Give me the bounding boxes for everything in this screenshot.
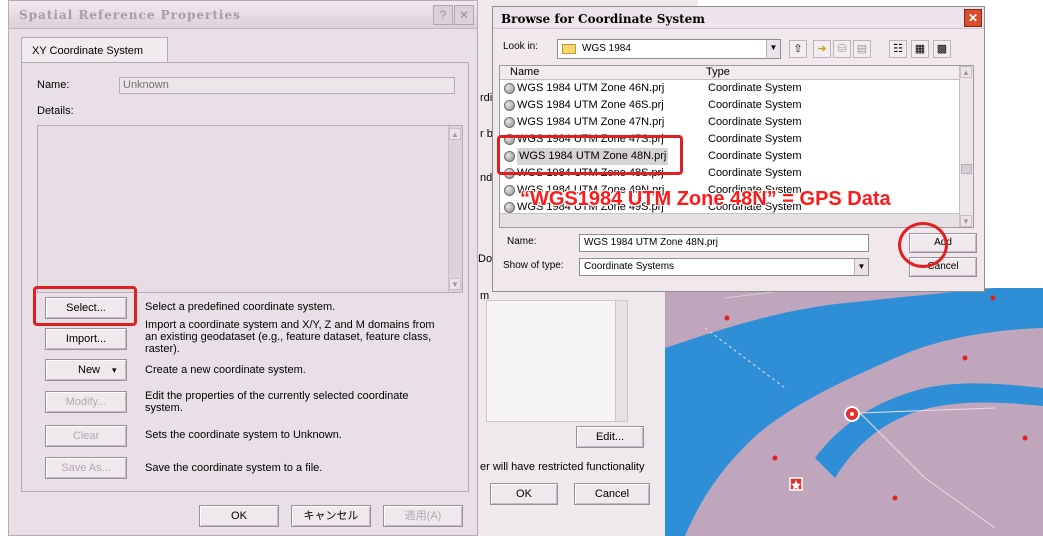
select-description: Select a predefined coordinate system. [145,301,336,313]
modify-description: Edit the properties of the currently sel… [145,390,409,414]
scroll-up-icon[interactable]: ▲ [960,66,972,78]
bg-edge-label: nd [480,172,493,184]
apply-button[interactable]: 適用(A) [383,505,463,527]
list-item[interactable]: WGS 1984 UTM Zone 46N.prj Coordinate Syst… [500,80,960,97]
connect-folder-icon[interactable]: ➜ [813,40,831,58]
cancel-button[interactable]: キャンセル [291,505,371,527]
close-button[interactable]: ✕ [964,9,982,27]
horizontal-scrollbar[interactable] [500,213,960,227]
coordinate-system-icon [504,185,515,196]
show-of-type-value: Coordinate Systems [584,261,675,272]
map-canvas [665,288,1043,536]
bg-edge-label: rdi [480,92,493,104]
look-in-dropdown[interactable]: WGS 1984 ▼ [557,39,781,59]
disconnect-folder-icon[interactable]: ⛁ [833,40,851,58]
chevron-down-icon: ▼ [766,40,780,58]
annotation-label: “WGS1984 UTM Zone 48N” = GPS Data [520,188,891,210]
bg-list-area [486,300,628,422]
spatial-reference-dialog: Spatial Reference Properties ? ✕ XY Coor… [8,0,478,536]
bg-ok-button[interactable]: OK [490,483,558,505]
new-button-label: New [78,364,101,376]
ok-button[interactable]: OK [199,505,279,527]
save-as-button[interactable]: Save As... [45,457,127,479]
edit-button[interactable]: Edit... [576,426,644,448]
list-view-icon[interactable]: ☷ [889,40,907,58]
coordinate-system-icon [504,83,515,94]
tab-xy-coordinate-system[interactable]: XY Coordinate System [21,37,168,63]
dialog-title: Spatial Reference Properties [19,8,241,22]
scroll-down-icon[interactable]: ▼ [449,278,461,290]
bg-scrollbar[interactable] [615,301,627,421]
scroll-down-icon[interactable]: ▼ [960,215,972,227]
details-box: ▲ ▼ [37,125,463,293]
column-name[interactable]: Name [510,66,539,78]
look-in-value: WGS 1984 [582,43,631,54]
highlight-selected-row [497,135,683,175]
vertical-scrollbar[interactable]: ▲ ▼ [959,66,973,227]
title-bar: Browse for Coordinate System ✕ [493,7,984,29]
new-button[interactable]: New ▾ [45,359,127,381]
chevron-down-icon: ▾ [112,365,117,375]
import-description: Import a coordinate system and X/Y, Z an… [145,319,435,355]
restricted-warning: er will have restricted functionality [480,461,645,473]
clear-button[interactable]: Clear [45,425,127,447]
column-type[interactable]: Type [706,66,730,78]
details-view-icon[interactable]: ▦ [911,40,929,58]
folder-icon [562,44,576,54]
highlight-add-button [898,222,948,268]
thumbnails-view-icon[interactable]: ▩ [933,40,951,58]
list-item[interactable]: WGS 1984 UTM Zone 47N.prj Coordinate Syst… [500,114,960,131]
list-header: Name Type [500,66,960,80]
modify-button[interactable]: Modify... [45,391,127,413]
scroll-thumb[interactable] [961,164,972,174]
coordinate-system-icon [504,100,515,111]
name-input[interactable]: WGS 1984 UTM Zone 48N.prj [579,234,869,252]
new-folder-icon[interactable]: ▤ [853,40,871,58]
name-label: Name: [507,236,537,247]
details-label: Details: [37,105,74,117]
scroll-up-icon[interactable]: ▲ [449,128,461,140]
look-in-label: Look in: [503,41,539,52]
up-folder-icon[interactable]: ⇧ [789,40,807,58]
help-button[interactable]: ? [433,5,453,25]
coordinate-system-icon [504,117,515,128]
title-bar: Spatial Reference Properties ? ✕ [9,1,477,29]
bg-edge-label: r b [480,128,493,140]
name-label: Name: [37,79,70,91]
coordinate-system-icon [504,202,515,213]
dialog-title: Browse for Coordinate System [501,12,705,26]
save-as-description: Save the coordinate system to a file. [145,462,323,474]
chevron-down-icon: ▼ [854,259,868,275]
new-description: Create a new coordinate system. [145,364,306,376]
list-item[interactable]: WGS 1984 UTM Zone 46S.prj Coordinate Syst… [500,97,960,114]
close-button[interactable]: ✕ [454,5,474,25]
import-button[interactable]: Import... [45,328,127,350]
highlight-select-button [33,286,137,326]
show-of-type-dropdown[interactable]: Coordinate Systems ▼ [579,258,869,276]
bg-cancel-button[interactable]: Cancel [574,483,650,505]
name-field: Unknown [119,77,455,94]
clear-description: Sets the coordinate system to Unknown. [145,429,342,441]
details-scrollbar[interactable]: ▲ ▼ [448,126,462,292]
map-view[interactable] [665,288,1043,536]
show-of-type-label: Show of type: [503,260,564,271]
